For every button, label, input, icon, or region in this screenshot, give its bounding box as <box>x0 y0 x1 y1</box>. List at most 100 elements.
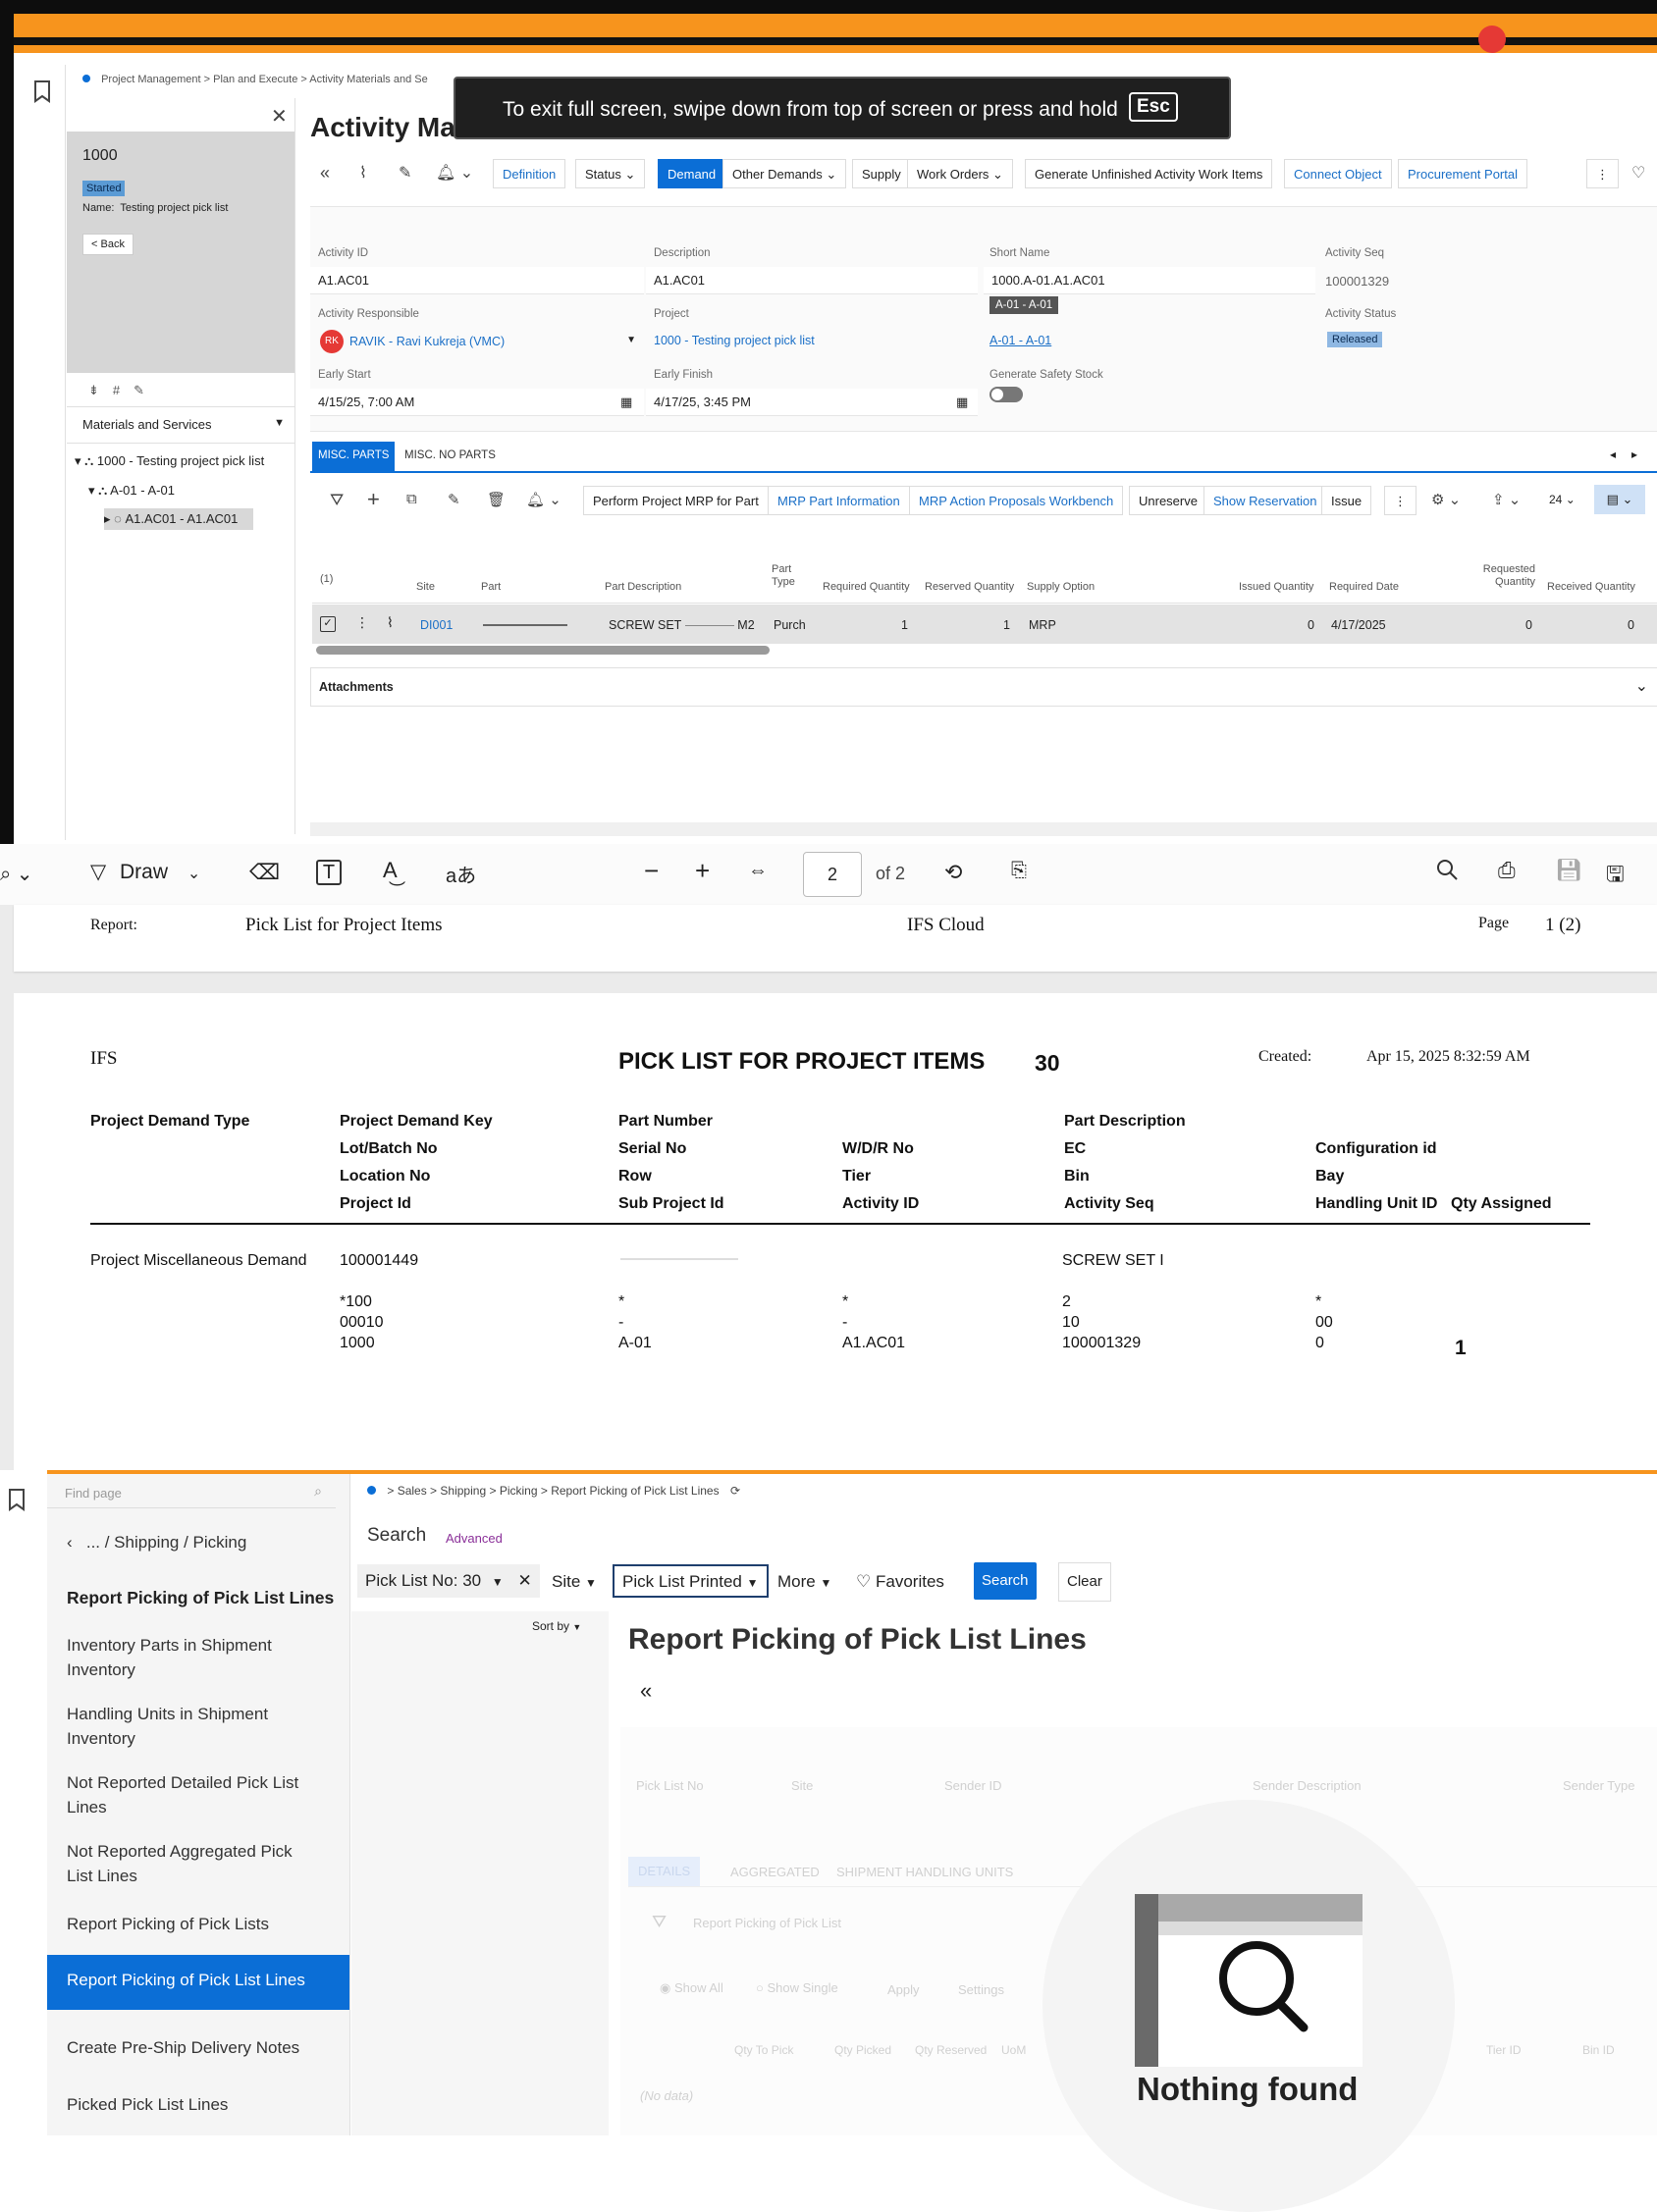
safety-stock-toggle[interactable] <box>989 387 1023 402</box>
pick-list-filter-chip[interactable]: Pick List No: 30 ▼ ✕ <box>357 1564 540 1598</box>
site-filter[interactable]: Site ▼ <box>552 1572 597 1592</box>
print-icon[interactable]: ⎙ <box>1498 858 1516 883</box>
grid-view-toggle[interactable]: ▤ ⌄ <box>1594 485 1645 514</box>
page-number-input[interactable]: 2 <box>803 852 862 897</box>
col-required-date[interactable]: Required Date <box>1329 581 1399 594</box>
page-size-select[interactable]: 24 ⌄ <box>1549 493 1576 506</box>
close-icon[interactable]: ✕ <box>271 104 288 129</box>
materials-dropdown[interactable]: Materials and Services ▼ <box>67 406 294 444</box>
early-finish-field[interactable]: 4/17/25, 3:45 PM <box>646 389 978 416</box>
export-icon[interactable]: ⇪ ⌄ <box>1492 491 1521 508</box>
text-box-icon[interactable]: T <box>316 860 342 885</box>
row-menu-icon[interactable]: ⋮ <box>355 614 369 631</box>
generate-work-items-button[interactable]: Generate Unfinished Activity Work Items <box>1025 159 1273 188</box>
tab-misc-parts[interactable]: MISC. PARTS <box>312 442 396 471</box>
attachments-panel[interactable]: Attachments ⌄ <box>310 667 1657 707</box>
calendar-icon[interactable]: ▦ <box>620 395 632 410</box>
advanced-link[interactable]: Advanced <box>446 1531 503 1546</box>
tree-node-project[interactable]: ▾ ⛬ 1000 - Testing project pick list <box>75 453 264 469</box>
zoom-out-icon[interactable]: − <box>644 856 659 886</box>
home-dot-icon[interactable] <box>367 1486 376 1495</box>
more-actions-icon[interactable]: ⋮ <box>1384 486 1416 515</box>
unreserve-button[interactable]: Unreserve <box>1129 486 1207 515</box>
user-avatar[interactable] <box>1478 26 1506 53</box>
filter-icon[interactable]: ⛛ <box>330 491 344 510</box>
favorites-button[interactable]: ♡ Favorites <box>856 1572 944 1592</box>
supply-button[interactable]: Supply <box>852 159 911 188</box>
page-view-icon[interactable]: ⎘ <box>1011 860 1027 882</box>
cell-site[interactable]: DI001 <box>420 618 453 632</box>
activity-id-field[interactable]: A1.AC01 <box>310 267 644 294</box>
save-icon[interactable]: 💾︎ <box>1555 858 1582 883</box>
tab-misc-no-parts[interactable]: MISC. NO PARTS <box>397 442 504 471</box>
col-site[interactable]: Site <box>416 581 435 594</box>
bookmark-icon[interactable] <box>6 1488 27 1511</box>
nav-item-inventory-parts[interactable]: Inventory Parts in Shipment Inventory <box>67 1633 322 1682</box>
calendar-icon[interactable]: ▦ <box>956 395 968 410</box>
project-link[interactable]: 1000 - Testing project pick list <box>654 334 815 347</box>
mrp-part-information-button[interactable]: MRP Part Information <box>768 486 910 515</box>
sub-project-link[interactable]: A-01 - A-01 <box>989 334 1051 347</box>
breadcrumb-shipping[interactable]: Shipping <box>440 1484 486 1498</box>
clear-button[interactable]: Clear <box>1058 1562 1111 1602</box>
zoom-in-icon[interactable]: + <box>695 856 710 886</box>
collapse-icon[interactable]: « <box>320 163 330 184</box>
horizontal-scrollbar[interactable] <box>316 646 770 655</box>
attach-icon[interactable]: ⌇ <box>359 163 367 183</box>
nav-item-handling-units[interactable]: Handling Units in Shipment Inventory <box>67 1702 322 1751</box>
description-field[interactable]: A1.AC01 <box>646 267 978 294</box>
tree-node-activity[interactable]: ▸ ◌ A1.AC01 - A1.AC01 <box>104 508 253 530</box>
rotate-icon[interactable]: ⟲ <box>944 860 962 885</box>
show-reservation-button[interactable]: Show Reservation <box>1203 486 1327 515</box>
nav-item-picked-lines[interactable]: Picked Pick List Lines <box>67 2092 322 2117</box>
add-icon[interactable]: + <box>367 487 380 512</box>
more-filter[interactable]: More ▼ <box>777 1572 831 1592</box>
col-part-description[interactable]: Part Description <box>605 581 681 594</box>
nav-item-pre-ship-notes[interactable]: Create Pre-Ship Delivery Notes <box>67 2035 322 2060</box>
more-actions-icon[interactable]: ⋮ <box>1586 159 1619 188</box>
breadcrumb-picking[interactable]: Picking <box>500 1484 538 1498</box>
col-received-quantity[interactable]: Received Quantity <box>1547 581 1635 594</box>
eraser-icon[interactable]: ⌫ <box>249 860 280 885</box>
settings-gear-icon[interactable]: ⚙ ⌄ <box>1431 491 1461 508</box>
breadcrumb-sales[interactable]: Sales <box>398 1484 427 1498</box>
tab-scroll-icons[interactable]: ◂▸ <box>1610 448 1653 461</box>
issue-button[interactable]: Issue <box>1321 486 1372 515</box>
collapse-icon[interactable]: « <box>640 1678 652 1704</box>
close-icon[interactable]: ✕ <box>517 1571 531 1590</box>
save-as-icon[interactable]: 🖫 <box>1606 858 1625 895</box>
draw-tool[interactable]: ▽ Draw ⌄ <box>90 860 200 884</box>
procurement-portal-button[interactable]: Procurement Portal <box>1398 159 1527 188</box>
refresh-icon[interactable]: ⟳ <box>730 1484 740 1498</box>
col-part-type[interactable]: Part Type <box>772 563 801 589</box>
col-part[interactable]: Part <box>481 581 501 594</box>
bookmark-icon[interactable] <box>29 79 55 104</box>
col-requested-quantity[interactable]: Requested Quantity <box>1472 563 1535 589</box>
nav-item-report-picking-lists[interactable]: Report Picking of Pick Lists <box>67 1912 322 1936</box>
tree-node-subproject[interactable]: ▾ ⛬ A-01 - A-01 <box>88 483 175 499</box>
breadcrumb-item-1[interactable]: Project Management <box>101 74 201 85</box>
nav-item-not-reported-detailed[interactable]: Not Reported Detailed Pick List Lines <box>67 1770 322 1819</box>
sort-by-dropdown[interactable]: Sort by ▼ <box>532 1619 581 1633</box>
edit-icon[interactable]: ✎ <box>448 491 460 508</box>
notification-bell-icon[interactable]: 🔔︎ ⌄ <box>526 491 561 508</box>
find-page-input[interactable]: Find page ⌕ <box>47 1474 336 1508</box>
row-attach-icon[interactable]: ⌇ <box>387 614 394 631</box>
definition-button[interactable]: Definition <box>493 159 566 188</box>
duplicate-icon[interactable]: ⧉ <box>406 491 417 507</box>
work-orders-button[interactable]: Work Orders ⌄ <box>907 159 1013 188</box>
short-name-field[interactable]: 1000.A-01.A1.AC01 <box>984 267 1315 294</box>
fit-width-icon[interactable]: ⇔ <box>748 860 768 882</box>
other-demands-button[interactable]: Other Demands ⌄ <box>722 159 847 188</box>
highlighter-icon[interactable]: ⌕ ⌄ <box>0 862 33 886</box>
search-button[interactable]: Search <box>974 1562 1037 1600</box>
connect-object-button[interactable]: Connect Object <box>1284 159 1392 188</box>
status-button[interactable]: Status ⌄ <box>575 159 646 188</box>
favorite-heart-icon[interactable]: ♡ <box>1631 163 1645 183</box>
search-icon[interactable] <box>1435 858 1459 881</box>
nav-back-link[interactable]: ‹ ... / Shipping / Picking <box>67 1533 246 1553</box>
row-checkbox[interactable]: ✓ <box>320 616 336 632</box>
mrp-action-proposals-button[interactable]: MRP Action Proposals Workbench <box>909 486 1124 515</box>
col-required-quantity[interactable]: Required Quantity <box>823 581 910 594</box>
demand-button[interactable]: Demand <box>658 159 726 188</box>
